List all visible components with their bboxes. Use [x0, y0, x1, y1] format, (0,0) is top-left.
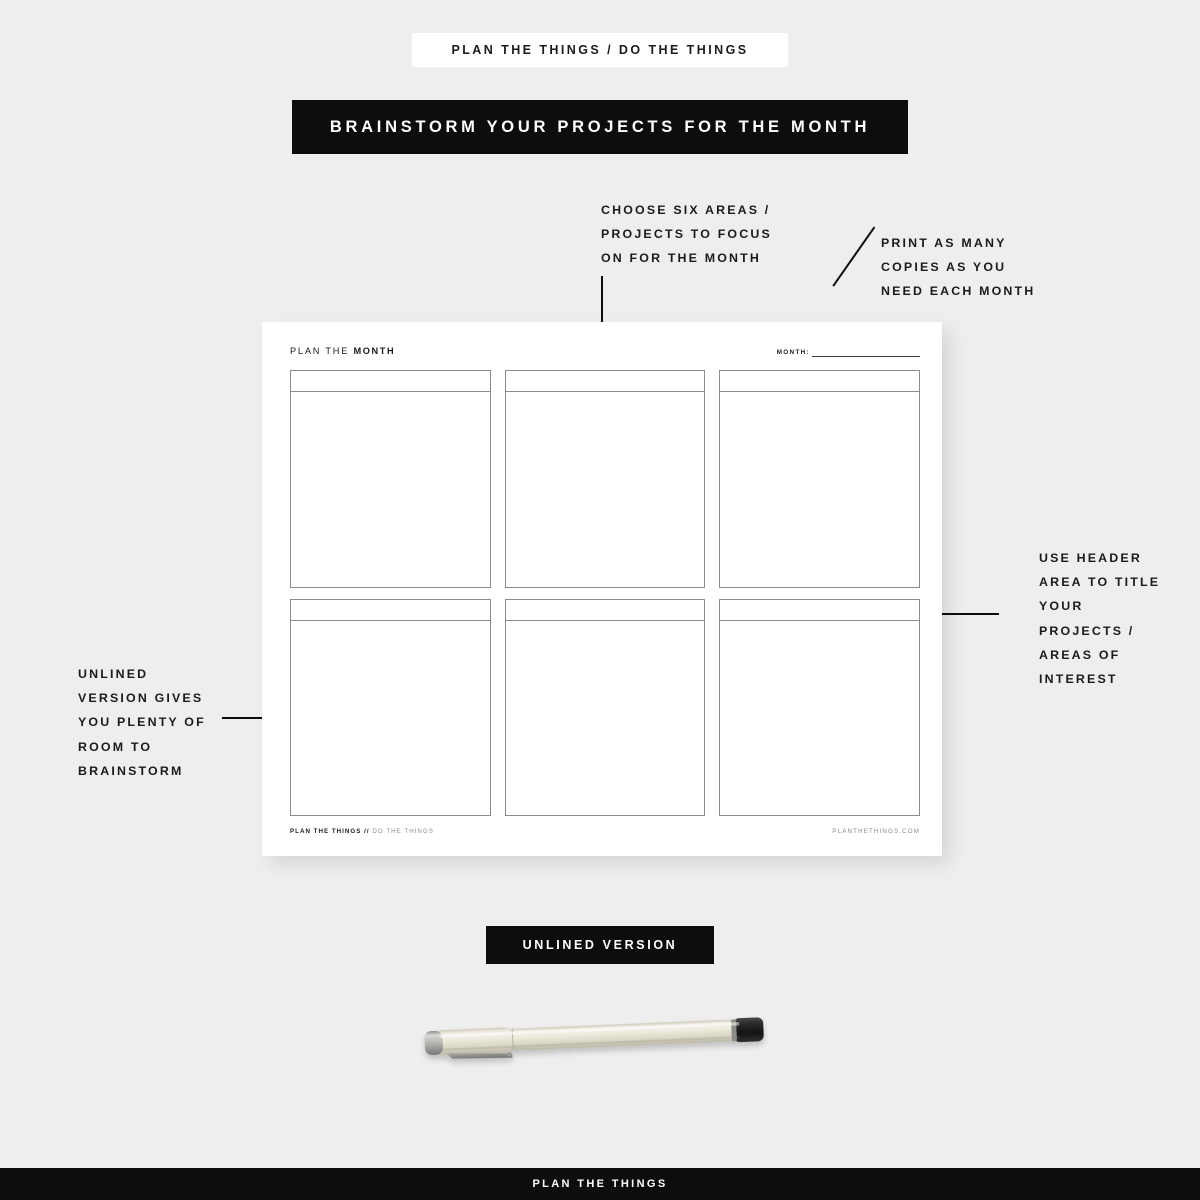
- callout-choose-six-areas: CHOOSE SIX AREAS / PROJECTS TO FOCUS ON …: [601, 203, 772, 266]
- page-title-banner: BRAINSTORM YOUR PROJECTS FOR THE MONTH: [292, 100, 908, 154]
- project-box-body[interactable]: [720, 621, 919, 816]
- project-box-header[interactable]: [505, 600, 705, 621]
- planner-title-prefix: PLAN THE: [290, 346, 354, 356]
- callout-unlined-version: UNLINED VERSION GIVES YOU PLENTY OF ROOM…: [78, 667, 206, 778]
- bottom-bar-label: PLAN THE THINGS: [532, 1178, 668, 1190]
- pen-photo: [400, 998, 800, 1094]
- bottom-bar: PLAN THE THINGS: [0, 1168, 1200, 1200]
- eyebrow-label: PLAN THE THINGS / DO THE THINGS: [451, 43, 749, 57]
- planner-footer-separator: //: [361, 827, 373, 835]
- planner-footer-brand-light: DO THE THINGS: [372, 827, 434, 835]
- planner-footer: PLAN THE THINGS // DO THE THINGS PLANTHE…: [290, 824, 920, 838]
- project-box-body[interactable]: [291, 392, 490, 587]
- project-box[interactable]: [504, 598, 706, 816]
- month-field-rule[interactable]: [812, 356, 920, 357]
- project-box[interactable]: [290, 370, 491, 588]
- project-box[interactable]: [290, 598, 491, 816]
- planner-header: PLAN THE MONTH MONTH:: [290, 346, 920, 366]
- project-box[interactable]: [719, 370, 920, 588]
- pen-illustration: [424, 1017, 764, 1059]
- project-box-body[interactable]: [506, 392, 705, 587]
- project-box-header[interactable]: [291, 600, 490, 621]
- project-box-header[interactable]: [720, 600, 919, 621]
- project-box-body[interactable]: [291, 621, 490, 816]
- planner-inner: PLAN THE MONTH MONTH: PLAN THE THINGS //…: [290, 346, 920, 838]
- project-box-header[interactable]: [291, 371, 490, 392]
- eyebrow-banner: PLAN THE THINGS / DO THE THINGS: [412, 33, 788, 67]
- month-field-label: MONTH:: [776, 349, 810, 356]
- project-box-header[interactable]: [505, 371, 705, 392]
- page-title: BRAINSTORM YOUR PROJECTS FOR THE MONTH: [329, 117, 871, 136]
- callout-print-copies: PRINT AS MANY COPIES AS YOU NEED EACH MO…: [881, 236, 1036, 299]
- planner-footer-brand: PLAN THE THINGS // DO THE THINGS: [290, 828, 434, 835]
- planner-title: PLAN THE MONTH: [290, 346, 395, 356]
- version-banner: UNLINED VERSION: [486, 926, 714, 964]
- planner-sheet: PLAN THE MONTH MONTH: PLAN THE THINGS //…: [262, 322, 942, 856]
- planner-title-strong: MONTH: [353, 346, 396, 356]
- project-box[interactable]: [504, 370, 706, 588]
- month-field[interactable]: MONTH:: [777, 349, 920, 357]
- project-box[interactable]: [719, 598, 920, 816]
- planner-footer-website: PLANTHETHINGS.COM: [832, 827, 920, 835]
- planner-footer-brand-bold: PLAN THE THINGS: [290, 827, 362, 835]
- project-box-header[interactable]: [720, 371, 919, 392]
- project-box-body[interactable]: [720, 392, 919, 587]
- project-box-body[interactable]: [506, 621, 705, 816]
- planner-grid: [290, 370, 920, 816]
- version-label: UNLINED VERSION: [522, 938, 678, 952]
- callout-use-header-area: USE HEADER AREA TO TITLE YOUR PROJECTS /…: [1039, 551, 1161, 686]
